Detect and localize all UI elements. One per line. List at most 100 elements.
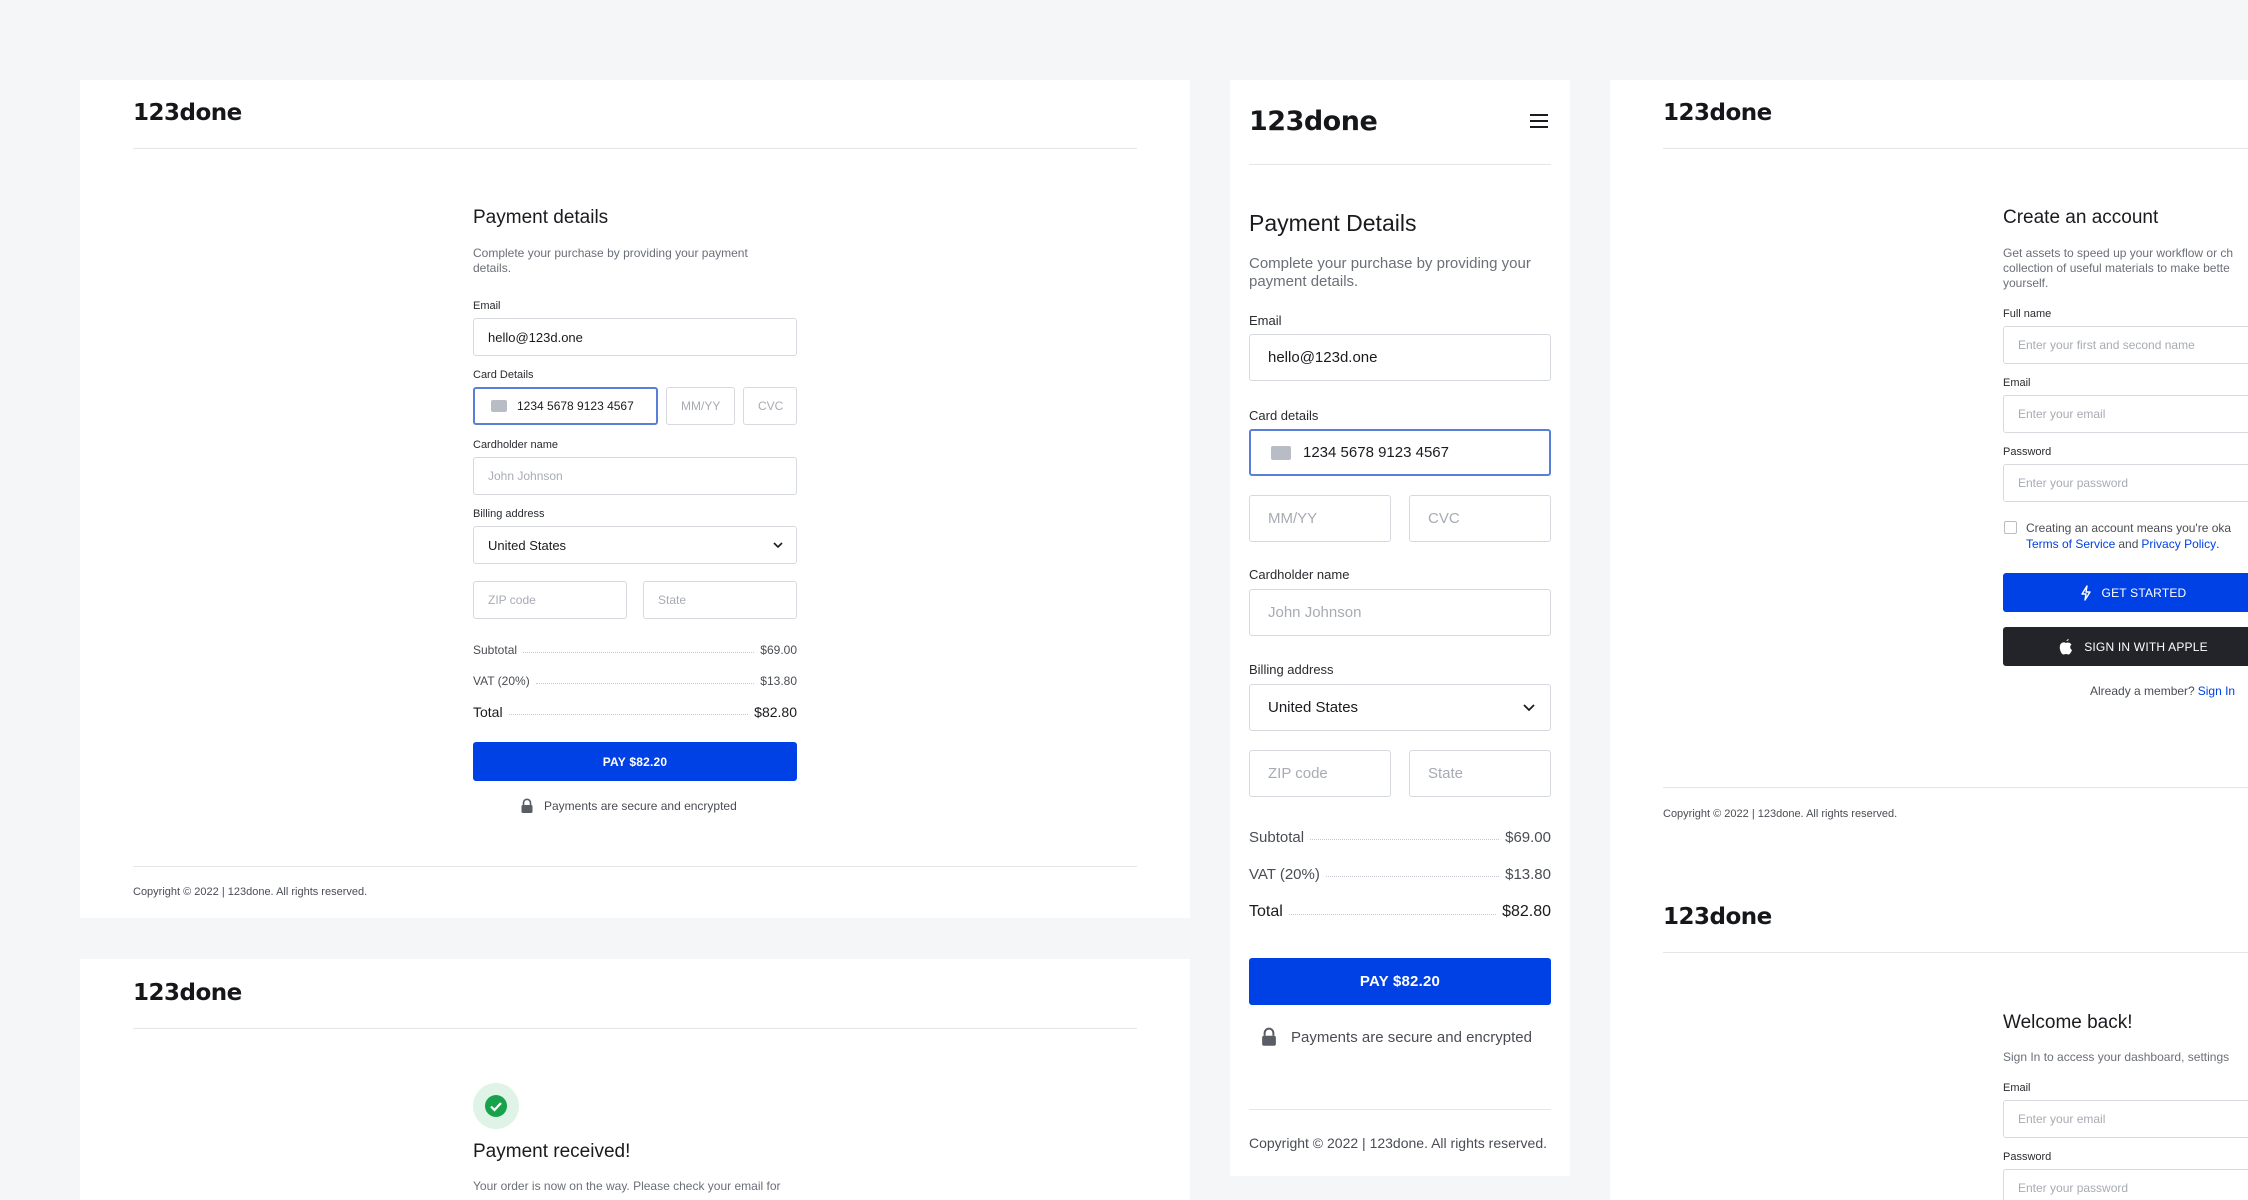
total-row: Total $82.80 — [473, 704, 797, 720]
billing-address-label: Billing address — [1249, 662, 1334, 677]
terms-text: Creating an account means you're oka — [2026, 521, 2232, 535]
total-row: Total $82.80 — [1249, 903, 1551, 921]
vat-row: VAT (20%) $13.80 — [473, 674, 797, 688]
fullname-field[interactable]: Enter your first and second name — [2003, 326, 2248, 364]
vat-row: VAT (20%) $13.80 — [1249, 866, 1551, 883]
vat-label: VAT (20%) — [473, 674, 530, 688]
subtotal-row: Subtotal $69.00 — [1249, 829, 1551, 846]
header-divider — [1249, 164, 1551, 165]
cvc-field[interactable]: CVC — [743, 387, 797, 425]
email-field[interactable]: Enter your email — [2003, 1100, 2248, 1138]
lightning-icon — [2080, 584, 2091, 601]
brand-logo[interactable]: 123done — [133, 980, 242, 1006]
email-label: Email — [2003, 1082, 2031, 1094]
get-started-label: GET STARTED — [2101, 585, 2187, 600]
credit-card-icon — [1271, 445, 1291, 460]
already-member: Already a member? Sign In — [2090, 684, 2235, 698]
zip-field[interactable]: ZIP code — [473, 581, 627, 619]
vat-value: $13.80 — [1505, 866, 1551, 883]
terms-period: . — [2216, 537, 2220, 551]
state-field[interactable]: State — [643, 581, 797, 619]
cardholder-field[interactable]: John Johnson — [473, 457, 797, 495]
signup-card: 123done Create an account Get assets to … — [1610, 80, 2248, 884]
sign-in-with-apple-button[interactable]: SIGN IN WITH APPLE — [2003, 627, 2248, 666]
password-field[interactable]: Enter your password — [2003, 1169, 2248, 1200]
chevron-down-icon — [773, 542, 783, 549]
expiry-field[interactable]: MM/YY — [1249, 495, 1391, 542]
brand-logo[interactable]: 123done — [1663, 100, 1772, 126]
email-label: Email — [473, 300, 501, 312]
page-subtitle-2: payment details. — [1249, 273, 1359, 290]
hamburger-menu-icon[interactable] — [1528, 112, 1550, 130]
payment-desktop-card: 123done Payment details Complete your pu… — [80, 80, 1190, 918]
secure-note: Payments are secure and encrypted — [520, 798, 737, 814]
copyright: Copyright © 2022 | 123done. All rights r… — [133, 886, 368, 898]
subtotal-label: Subtotal — [473, 643, 518, 657]
vat-value: $13.80 — [760, 674, 797, 688]
card-number-value: 1234 5678 9123 4567 — [517, 399, 634, 413]
cvc-field[interactable]: CVC — [1409, 495, 1551, 542]
page-subtitle-3: yourself. — [2003, 276, 2049, 290]
brand-logo[interactable]: 123done — [1249, 106, 1378, 137]
fullname-label: Full name — [2003, 308, 2052, 320]
billing-address-label: Billing address — [473, 508, 545, 520]
cardholder-field[interactable]: John Johnson — [1249, 589, 1551, 636]
page-title: Payment details — [473, 207, 609, 228]
pay-button[interactable]: PAY $82.20 — [473, 742, 797, 781]
dotted-leader — [1310, 839, 1500, 840]
card-details-label: Card details — [1249, 408, 1319, 423]
secure-note-text: Payments are secure and encrypted — [1291, 1028, 1532, 1046]
page-subtitle-2: details. — [473, 261, 512, 275]
total-value: $82.80 — [1502, 903, 1551, 920]
email-label: Email — [1249, 313, 1282, 328]
email-field[interactable]: Enter your email — [2003, 395, 2248, 433]
get-started-button[interactable]: GET STARTED — [2003, 573, 2248, 612]
total-value: $82.80 — [754, 704, 797, 720]
dotted-leader — [523, 651, 755, 653]
state-field[interactable]: State — [1409, 750, 1551, 797]
success-badge — [473, 1083, 519, 1129]
terms-links: Terms of Service and Privacy Policy . — [2026, 537, 2219, 551]
country-select[interactable]: United States — [473, 526, 797, 564]
pay-button[interactable]: PAY $82.20 — [1249, 958, 1551, 1005]
brand-logo[interactable]: 123done — [1663, 904, 1772, 930]
country-select[interactable]: United States — [1249, 684, 1551, 731]
page-title: Welcome back! — [2003, 1012, 2133, 1033]
privacy-policy-link[interactable]: Privacy Policy — [2141, 537, 2216, 551]
sign-in-link[interactable]: Sign In — [2198, 684, 2235, 698]
subtotal-row: Subtotal $69.00 — [473, 643, 797, 657]
terms-of-service-link[interactable]: Terms of Service — [2026, 537, 2115, 551]
lock-icon — [521, 798, 533, 813]
payment-mobile-card: 123done Payment Details Complete your pu… — [1230, 80, 1570, 1176]
card-number-field[interactable]: 1234 5678 9123 4567 — [473, 387, 658, 425]
page-title: Payment Details — [1249, 210, 1417, 236]
expiry-field[interactable]: MM/YY — [666, 387, 735, 425]
total-label: Total — [473, 704, 503, 720]
terms-checkbox[interactable] — [2004, 521, 2017, 534]
cardholder-label: Cardholder name — [473, 439, 558, 451]
card-number-field[interactable]: 1234 5678 9123 4567 — [1249, 429, 1551, 476]
lock-icon — [1262, 1027, 1276, 1046]
dotted-leader — [1288, 913, 1497, 915]
cardholder-label: Cardholder name — [1249, 567, 1350, 582]
card-details-label: Card Details — [473, 369, 534, 381]
check-circle-icon — [485, 1095, 507, 1117]
password-label: Password — [2003, 1151, 2052, 1163]
page-title: Create an account — [2003, 207, 2159, 228]
brand-logo[interactable]: 123done — [133, 100, 242, 126]
received-message: Your order is now on the way. Please che… — [473, 1179, 781, 1193]
copyright: Copyright © 2022 | 123done. All rights r… — [1249, 1135, 1548, 1151]
email-field[interactable]: hello@123d.one — [1249, 334, 1551, 381]
password-field[interactable]: Enter your password — [2003, 464, 2248, 502]
vat-label: VAT (20%) — [1249, 866, 1320, 883]
email-field[interactable]: hello@123d.one — [473, 318, 797, 356]
page-subtitle: Complete your purchase by providing your… — [473, 246, 748, 260]
zip-field[interactable]: ZIP code — [1249, 750, 1391, 797]
terms-and: and — [2118, 537, 2139, 551]
secure-note-text: Payments are secure and encrypted — [544, 799, 737, 813]
apple-icon — [2059, 638, 2073, 654]
chevron-down-icon — [1523, 704, 1535, 712]
country-value: United States — [488, 537, 567, 553]
card-number-value: 1234 5678 9123 4567 — [1303, 444, 1449, 461]
page-subtitle-2: collection of useful materials to make b… — [2003, 261, 2230, 275]
